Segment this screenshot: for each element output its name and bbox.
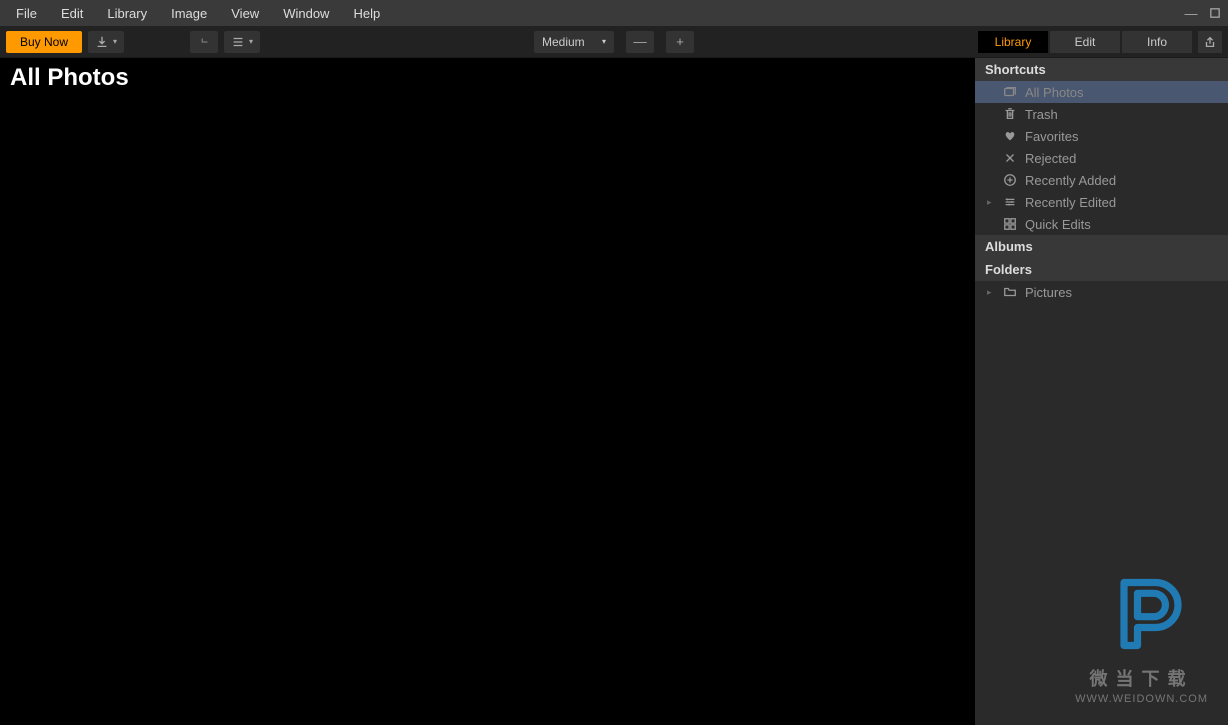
thumbnail-size-select[interactable]: Medium ▾ bbox=[534, 31, 614, 53]
heart-icon bbox=[1003, 129, 1017, 143]
chevron-down-icon: ▾ bbox=[602, 37, 606, 46]
minimize-icon[interactable]: — bbox=[1184, 6, 1198, 20]
back-button[interactable] bbox=[190, 31, 218, 53]
menu-view[interactable]: View bbox=[219, 2, 271, 25]
watermark-text: 微当下载 bbox=[1075, 665, 1208, 691]
size-label: Medium bbox=[542, 35, 585, 49]
sidebar-item-favorites[interactable]: Favorites bbox=[975, 125, 1228, 147]
albums-header: Albums bbox=[975, 235, 1228, 258]
content: All Photos Shortcuts All Photos Trash Fa… bbox=[0, 58, 1228, 725]
menu-image[interactable]: Image bbox=[159, 2, 219, 25]
sidebar-item-label: Rejected bbox=[1025, 151, 1076, 166]
sidebar-item-label: Recently Edited bbox=[1025, 195, 1116, 210]
tab-info[interactable]: Info bbox=[1122, 31, 1192, 53]
main-view: All Photos bbox=[0, 58, 975, 725]
tab-library[interactable]: Library bbox=[978, 31, 1048, 53]
share-button[interactable] bbox=[1198, 31, 1222, 53]
watermark: 微当下载 WWW.WEIDOWN.COM bbox=[1075, 569, 1208, 705]
stack-icon bbox=[1003, 85, 1017, 99]
menubar: File Edit Library Image View Window Help… bbox=[0, 0, 1228, 26]
sidebar-item-label: Pictures bbox=[1025, 285, 1072, 300]
chevron-down-icon: ▾ bbox=[249, 37, 253, 46]
toolbar: Buy Now ▾ ▾ Medium ▾ — + Library Edit In… bbox=[0, 26, 1228, 58]
sidebar-item-quick-edits[interactable]: Quick Edits bbox=[975, 213, 1228, 235]
menu-library[interactable]: Library bbox=[95, 2, 159, 25]
list-options-button[interactable]: ▾ bbox=[224, 31, 260, 53]
menu-edit[interactable]: Edit bbox=[49, 2, 95, 25]
tab-edit[interactable]: Edit bbox=[1050, 31, 1120, 53]
expand-arrow-icon[interactable]: ▸ bbox=[987, 287, 995, 298]
zoom-out-button[interactable]: — bbox=[626, 31, 654, 53]
sidebar-item-label: Recently Added bbox=[1025, 173, 1116, 188]
menu-file[interactable]: File bbox=[4, 2, 49, 25]
window-controls: — bbox=[1184, 6, 1222, 20]
x-icon bbox=[1003, 151, 1017, 165]
import-button[interactable]: ▾ bbox=[88, 31, 124, 53]
menu-help[interactable]: Help bbox=[341, 2, 392, 25]
toolbar-center: Medium ▾ — + bbox=[534, 31, 694, 53]
watermark-logo-icon bbox=[1097, 569, 1187, 659]
sidebar-item-label: Quick Edits bbox=[1025, 217, 1091, 232]
plus-circle-icon bbox=[1003, 173, 1017, 187]
shortcuts-header: Shortcuts bbox=[975, 58, 1228, 81]
folder-icon bbox=[1003, 285, 1017, 299]
sidebar-item-all-photos[interactable]: All Photos bbox=[975, 81, 1228, 103]
sidebar-item-recently-edited[interactable]: ▸ Recently Edited bbox=[975, 191, 1228, 213]
buy-now-button[interactable]: Buy Now bbox=[6, 31, 82, 53]
sidebar-item-label: Favorites bbox=[1025, 129, 1078, 144]
page-title: All Photos bbox=[0, 58, 975, 98]
grid-icon bbox=[1003, 217, 1017, 231]
maximize-icon[interactable] bbox=[1208, 6, 1222, 20]
folders-header: Folders bbox=[975, 258, 1228, 281]
sidebar-item-label: All Photos bbox=[1025, 85, 1084, 100]
sidebar-item-trash[interactable]: Trash bbox=[975, 103, 1228, 125]
trash-icon bbox=[1003, 107, 1017, 121]
sidebar-item-recently-added[interactable]: Recently Added bbox=[975, 169, 1228, 191]
sidebar-item-pictures[interactable]: ▸ Pictures bbox=[975, 281, 1228, 303]
chevron-down-icon: ▾ bbox=[113, 37, 117, 46]
watermark-url: WWW.WEIDOWN.COM bbox=[1075, 693, 1208, 705]
sliders-icon bbox=[1003, 195, 1017, 209]
toolbar-right: Library Edit Info bbox=[978, 31, 1222, 53]
sidebar-item-label: Trash bbox=[1025, 107, 1058, 122]
menu-window[interactable]: Window bbox=[271, 2, 341, 25]
sidebar-item-rejected[interactable]: Rejected bbox=[975, 147, 1228, 169]
sidebar: Shortcuts All Photos Trash Favorites bbox=[975, 58, 1228, 725]
expand-arrow-icon[interactable]: ▸ bbox=[987, 197, 995, 208]
zoom-in-button[interactable]: + bbox=[666, 31, 694, 53]
